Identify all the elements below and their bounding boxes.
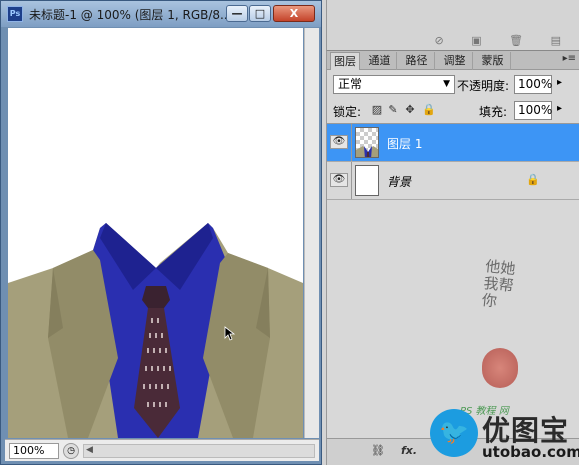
panel-menu-icon[interactable]: ▸≡ [563, 53, 576, 64]
layer1-thumbnail [355, 127, 379, 158]
tab-channels[interactable]: 通道 [363, 52, 397, 70]
status-bar: 100% ◷ ◀ [5, 439, 319, 461]
lock-label: 锁定: [333, 105, 362, 119]
fill-field[interactable]: 100% [514, 101, 552, 120]
suit-thumbnail-icon [356, 146, 378, 157]
dropdown-arrow-icon: ▼ [443, 79, 450, 89]
bird-logo-icon: 🐦 [430, 409, 478, 457]
layer-row-layer1[interactable]: 👁 图层 1 [327, 124, 579, 162]
document-canvas[interactable] [8, 28, 303, 438]
status-info-icon[interactable]: ◷ [63, 443, 79, 459]
layer-divider [351, 124, 352, 161]
fx-icon[interactable]: fx. [401, 444, 417, 457]
background-thumbnail [355, 165, 379, 196]
lock-position-icon[interactable]: ✥ [404, 103, 416, 116]
maximize-button[interactable]: □ [249, 5, 271, 22]
link-icon[interactable]: ⛓ [371, 444, 385, 457]
lock-all-icon[interactable]: 🔒 [422, 103, 436, 116]
horizontal-scrollbar[interactable]: ◀ [83, 444, 315, 458]
blend-mode-value: 正常 [338, 77, 363, 91]
watermark-calligraphy: 他她我帮你 [480, 257, 517, 311]
close-button[interactable]: X [273, 5, 315, 22]
layer-name[interactable]: 背景 [387, 173, 411, 190]
minimize-button[interactable]: — [226, 5, 248, 22]
vertical-scrollbar[interactable] [304, 28, 319, 438]
layer-name[interactable]: 图层 1 [387, 135, 422, 152]
layer-divider [351, 162, 352, 199]
move-cursor-icon [224, 326, 236, 341]
suit-template-image [8, 223, 303, 438]
lock-transparency-icon[interactable]: ▨ [371, 103, 383, 116]
watermark-domain: utobao.com [482, 443, 579, 461]
watermark-seal [482, 348, 518, 388]
upper-panel-area: ⊘ ▣ 🗑 ▤ [326, 0, 579, 50]
close-icon: X [289, 7, 299, 20]
panel-tab-row: 图层 通道 路径 调整 蒙版 ▸≡ [327, 51, 579, 70]
eye-icon[interactable]: 👁 [330, 135, 348, 149]
scroll-left-icon[interactable]: ◀ [86, 445, 93, 455]
tab-masks[interactable]: 蒙版 [475, 52, 511, 70]
layers-panel: 图层 通道 路径 调整 蒙版 ▸≡ 正常 ▼ 不透明度: 100% ▸ 锁定: … [326, 50, 579, 465]
opacity-slider-arrow-icon[interactable]: ▸ [557, 77, 562, 88]
document-titlebar[interactable]: Ps 未标题-1 @ 100% (图层 1, RGB/8... — □ X [1, 1, 321, 27]
lock-brush-icon[interactable]: ✎ [387, 103, 399, 116]
fill-slider-arrow-icon[interactable]: ▸ [557, 103, 562, 114]
photoshop-app-icon: Ps [7, 6, 23, 22]
watermark-logo: 🐦 优图宝 utobao.com [430, 405, 579, 465]
tab-adjustments[interactable]: 调整 [437, 52, 473, 70]
tab-layers[interactable]: 图层 [330, 52, 360, 70]
layer-list: 👁 图层 1 👁 背景 🔒 [327, 123, 579, 433]
eye-icon[interactable]: 👁 [330, 173, 348, 187]
blend-mode-select[interactable]: 正常 ▼ [333, 75, 455, 94]
minimize-icon: — [231, 7, 243, 20]
document-title: 未标题-1 @ 100% (图层 1, RGB/8... [29, 8, 232, 22]
upper-panel-icons: ⊘ ▣ 🗑 ▤ [434, 34, 573, 47]
layer-row-background[interactable]: 👁 背景 🔒 [327, 162, 579, 200]
fill-label: 填充: [479, 105, 508, 119]
opacity-label: 不透明度: [457, 79, 510, 93]
tab-paths[interactable]: 路径 [399, 52, 435, 70]
zoom-field[interactable]: 100% [9, 443, 59, 459]
lock-icon: 🔒 [526, 173, 540, 186]
document-window: Ps 未标题-1 @ 100% (图层 1, RGB/8... — □ X 10… [0, 0, 322, 465]
maximize-icon: □ [254, 7, 266, 20]
opacity-field[interactable]: 100% [514, 75, 552, 94]
